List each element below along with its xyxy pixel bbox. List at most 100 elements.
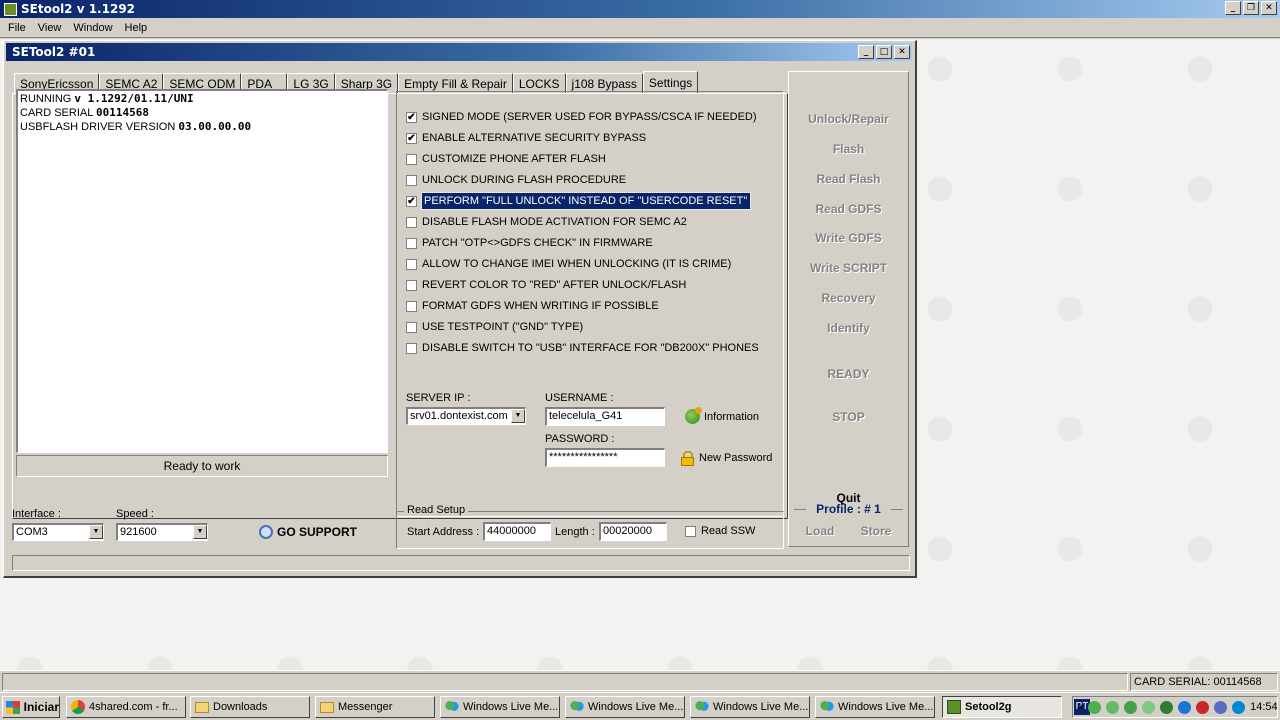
menu-window[interactable]: Window (67, 22, 118, 34)
flash-button[interactable]: Flash (789, 142, 908, 156)
option-revert-color[interactable]: REVERT COLOR TO "RED" AFTER UNLOCK/FLASH (406, 277, 686, 293)
taskbar-item-downloads[interactable]: Downloads (190, 696, 310, 718)
minimize-button[interactable]: _ (1225, 1, 1241, 15)
messenger-tray-icon[interactable] (1124, 700, 1138, 714)
option-signed-mode[interactable]: ✔ SIGNED MODE (SERVER USED FOR BYPASS/CSC… (406, 109, 757, 125)
messenger-tray-icon[interactable] (1088, 700, 1102, 714)
checkbox[interactable] (406, 216, 417, 228)
clock: 14:54 (1250, 701, 1278, 713)
write-gdfs-button[interactable]: Write GDFS (789, 231, 908, 245)
password-input[interactable]: **************** (545, 448, 665, 467)
information-button[interactable]: Information (685, 407, 759, 424)
shield-icon[interactable] (1196, 700, 1210, 714)
start-address-input[interactable]: 44000000 (483, 522, 551, 541)
option-unlock-during-flash[interactable]: UNLOCK DURING FLASH PROCEDURE (406, 172, 626, 188)
option-format-gdfs[interactable]: FORMAT GDFS WHEN WRITING IF POSSIBLE (406, 298, 659, 314)
child-close-button[interactable]: ✕ (894, 45, 910, 59)
update-tray-icon[interactable] (1214, 700, 1228, 714)
interface-select[interactable]: COM3 ▼ (12, 523, 104, 541)
option-full-unlock[interactable]: ✔ PERFORM "FULL UNLOCK" INSTEAD OF "USERC… (406, 192, 751, 210)
app-icon (4, 2, 17, 16)
read-ssw-option[interactable]: Read SSW (685, 523, 755, 539)
messenger-tray-icon[interactable] (1160, 700, 1174, 714)
menu-view[interactable]: View (32, 22, 68, 34)
go-support-button[interactable]: GO SUPPORT (259, 525, 357, 539)
windows-logo-icon (6, 700, 20, 714)
taskbar-item-chrome[interactable]: 4shared.com - fr... (66, 696, 186, 718)
interface-label: Interface : (12, 508, 61, 520)
lock-icon (681, 451, 694, 466)
checkbox[interactable]: ✔ (406, 132, 417, 144)
checkbox[interactable] (406, 300, 417, 312)
load-profile-button[interactable]: Load (800, 524, 840, 538)
dropdown-arrow-icon[interactable]: ▼ (89, 525, 103, 539)
checkbox[interactable]: ✔ (406, 195, 417, 207)
tab-locks[interactable]: LOCKS (512, 73, 566, 93)
server-ip-select[interactable]: srv01.dontexist.com ▼ (406, 407, 526, 425)
checkbox[interactable]: ✔ (406, 111, 417, 123)
unlock-repair-button[interactable]: Unlock/Repair (789, 112, 908, 126)
app-status-bar: CARD SERIAL: 00114568 (0, 670, 1280, 692)
app-titlebar: SEtool2 v 1.1292 _ ❐ ✕ (0, 0, 1280, 18)
option-disable-flash-mode[interactable]: DISABLE FLASH MODE ACTIVATION FOR SEMC A… (406, 214, 687, 230)
restore-button[interactable]: ❐ (1243, 1, 1259, 15)
speed-label: Speed : (116, 508, 154, 520)
stop-button[interactable]: STOP (789, 410, 908, 424)
checkbox[interactable] (406, 321, 417, 333)
checkbox[interactable] (685, 525, 696, 537)
checkbox[interactable] (406, 153, 417, 165)
read-flash-button[interactable]: Read Flash (789, 172, 908, 186)
app-title: SEtool2 v 1.1292 (21, 2, 136, 16)
checkbox[interactable] (406, 237, 417, 249)
checkbox[interactable] (406, 342, 417, 354)
taskbar-item-wlm-3[interactable]: Windows Live Me... (690, 696, 810, 718)
dropdown-arrow-icon[interactable]: ▼ (511, 409, 525, 423)
close-button[interactable]: ✕ (1261, 1, 1277, 15)
checkbox[interactable] (406, 174, 417, 186)
speed-select[interactable]: 921600 ▼ (116, 523, 208, 541)
menu-help[interactable]: Help (119, 22, 154, 34)
ready-button[interactable]: READY (789, 367, 908, 381)
tab-empty-fill-repair[interactable]: Empty Fill & Repair (398, 73, 513, 93)
taskbar-item-wlm-4[interactable]: Windows Live Me... (815, 696, 935, 718)
checkbox[interactable] (406, 258, 417, 270)
messenger-icon (695, 700, 709, 714)
length-input[interactable]: 00020000 (599, 522, 667, 541)
setool-icon (947, 700, 961, 714)
taskbar-item-messenger-folder[interactable]: Messenger (315, 696, 435, 718)
identify-button[interactable]: Identify (789, 321, 908, 335)
sync-tray-icon[interactable] (1232, 700, 1246, 714)
tray-expand-icon[interactable]: « (1077, 701, 1083, 713)
tab-j108-bypass[interactable]: j108 Bypass (565, 73, 643, 93)
messenger-icon (570, 700, 584, 714)
network-tray-icon[interactable] (1178, 700, 1192, 714)
menubar: File View Window Help (0, 18, 1280, 38)
taskbar-item-wlm-1[interactable]: Windows Live Me... (440, 696, 560, 718)
option-change-imei[interactable]: ALLOW TO CHANGE IMEI WHEN UNLOCKING (IT … (406, 256, 731, 272)
child-maximize-button[interactable]: □ (876, 45, 892, 59)
read-gdfs-button[interactable]: Read GDFS (789, 202, 908, 216)
log-line: RUNNING v 1.1292/01.11/UNI (20, 92, 194, 105)
checkbox[interactable] (406, 279, 417, 291)
option-alt-security-bypass[interactable]: ✔ ENABLE ALTERNATIVE SECURITY BYPASS (406, 130, 646, 146)
network-tray-icon[interactable] (1142, 700, 1156, 714)
dropdown-arrow-icon[interactable]: ▼ (193, 525, 207, 539)
store-profile-button[interactable]: Store (856, 524, 896, 538)
option-patch-otp[interactable]: PATCH "OTP<>GDFS CHECK" IN FIRMWARE (406, 235, 653, 251)
option-disable-usb-switch[interactable]: DISABLE SWITCH TO "USB" INTERFACE FOR "D… (406, 340, 759, 356)
messenger-tray-icon[interactable] (1106, 700, 1120, 714)
system-tray: « 14:54 (1072, 696, 1278, 718)
new-password-button[interactable]: New Password (681, 451, 772, 466)
write-script-button[interactable]: Write SCRIPT (789, 261, 908, 275)
start-button[interactable]: Iniciar (2, 696, 60, 718)
option-customize-phone[interactable]: CUSTOMIZE PHONE AFTER FLASH (406, 151, 606, 167)
recovery-button[interactable]: Recovery (789, 291, 908, 305)
option-use-testpoint[interactable]: USE TESTPOINT ("GND" TYPE) (406, 319, 583, 335)
password-label: PASSWORD : (545, 433, 615, 445)
child-minimize-button[interactable]: _ (858, 45, 874, 59)
log-output[interactable]: RUNNING v 1.1292/01.11/UNI CARD SERIAL 0… (16, 89, 388, 453)
taskbar-item-setool2g[interactable]: Setool2g (942, 696, 1062, 718)
taskbar-item-wlm-2[interactable]: Windows Live Me... (565, 696, 685, 718)
username-input[interactable]: telecelula_G41 (545, 407, 665, 426)
menu-file[interactable]: File (2, 22, 32, 34)
